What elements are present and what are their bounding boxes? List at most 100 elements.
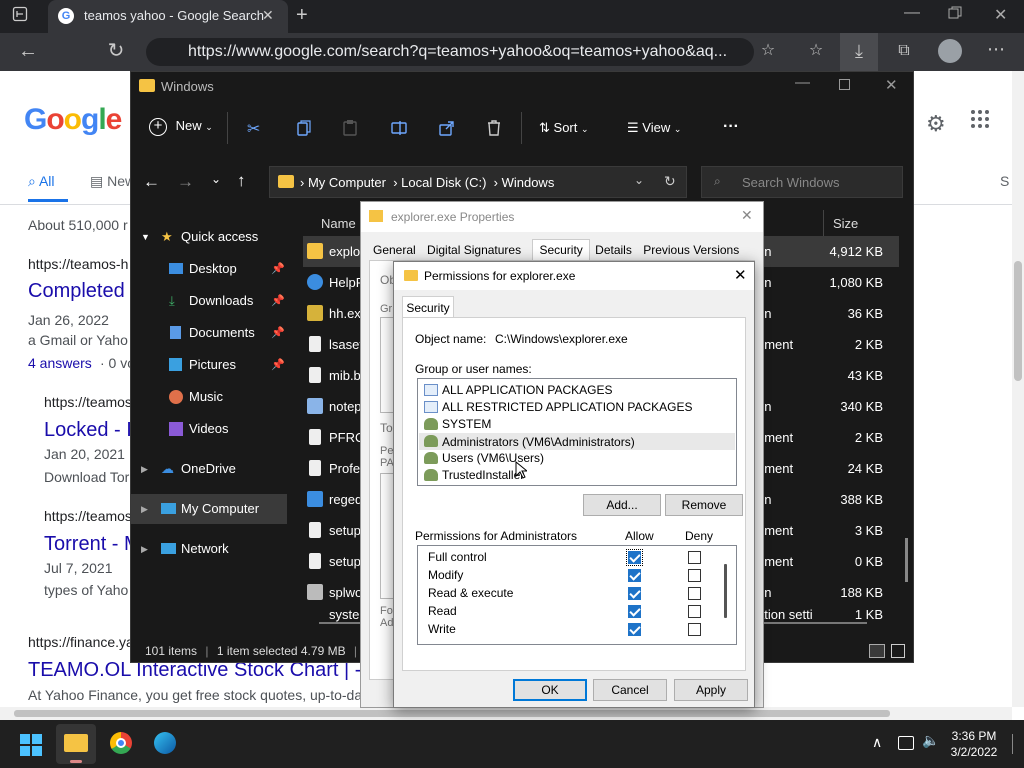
copy-icon[interactable]	[297, 120, 311, 136]
cut-icon[interactable]: ✂	[247, 119, 260, 139]
result-url[interactable]: https://teamos	[44, 394, 132, 410]
recent-locations-icon[interactable]: ⌄	[211, 172, 221, 186]
delete-icon[interactable]	[487, 120, 501, 136]
favorites-icon[interactable]: ☆	[804, 41, 828, 61]
list-item-selected[interactable]: Administrators (VM6\Administrators)	[419, 433, 735, 450]
nav-music[interactable]: Music	[131, 382, 287, 412]
tab-actions-icon[interactable]	[12, 6, 36, 22]
edge-icon[interactable]	[154, 732, 176, 754]
tab-all[interactable]: ⌕ All	[28, 173, 55, 190]
column-header-size[interactable]: Size	[833, 216, 858, 231]
address-breadcrumb[interactable]: › My Computer › Local Disk (C:) › Window…	[269, 166, 687, 198]
allow-checkbox[interactable]	[628, 623, 641, 636]
list-item[interactable]: TrustedInstaller	[422, 467, 732, 483]
new-button[interactable]: + New ⌄	[149, 118, 213, 136]
forward-arrow-icon[interactable]: →	[177, 172, 194, 192]
more-options-icon[interactable]: ···	[723, 118, 739, 136]
chevron-down-icon[interactable]: ⌄	[634, 173, 644, 187]
nav-downloads[interactable]: ⤓ Downloads 📌	[131, 286, 287, 316]
tab-security[interactable]: Security	[402, 296, 454, 318]
result-url[interactable]: https://teamos	[44, 508, 132, 524]
vertical-scrollbar[interactable]	[905, 538, 908, 582]
cancel-button[interactable]: Cancel	[593, 679, 667, 701]
nav-videos[interactable]: Videos	[131, 414, 287, 444]
deny-checkbox[interactable]	[688, 623, 701, 636]
result-url[interactable]: https://teamos-h	[28, 256, 128, 272]
result-answers-link[interactable]: 4 answers	[28, 355, 92, 371]
clock[interactable]: 3:36 PM 3/2/2022	[944, 728, 1004, 760]
display-icon[interactable]	[898, 736, 914, 750]
apply-button[interactable]: Apply	[674, 679, 748, 701]
view-button[interactable]: ☰ View ⌄	[627, 120, 681, 136]
permissions-scrollbar[interactable]	[724, 564, 727, 618]
ok-button[interactable]: OK	[513, 679, 587, 701]
tab-general[interactable]: General	[373, 243, 416, 257]
show-desktop-button[interactable]	[1012, 734, 1013, 754]
reload-icon[interactable]: ↻	[104, 41, 128, 61]
result-title[interactable]: Torrent - M	[44, 533, 141, 556]
restore-browser-icon[interactable]	[948, 6, 962, 20]
rename-icon[interactable]	[391, 120, 407, 136]
browser-tab[interactable]: G teamos yahoo - Google Search ✕	[48, 0, 288, 33]
volume-icon[interactable]: 🔈	[922, 732, 939, 749]
nav-documents[interactable]: Documents 📌	[131, 318, 287, 348]
explorer-search-input[interactable]: ⌕ Search Windows	[701, 166, 903, 198]
minimize-browser-icon[interactable]: —	[904, 4, 920, 22]
deny-checkbox[interactable]	[688, 605, 701, 618]
list-item[interactable]: SYSTEM	[422, 416, 732, 432]
breadcrumb-item[interactable]: Windows	[502, 175, 555, 190]
more-menu-icon[interactable]: ⋯	[984, 39, 1008, 59]
deny-checkbox[interactable]	[688, 587, 701, 600]
back-icon[interactable]: ←	[16, 41, 40, 61]
back-arrow-icon[interactable]: ←	[143, 172, 160, 192]
allow-checkbox[interactable]	[628, 605, 641, 618]
new-tab-icon[interactable]: +	[296, 4, 308, 27]
nav-pictures[interactable]: Pictures 📌	[131, 350, 287, 380]
list-item[interactable]: ALL RESTRICTED APPLICATION PACKAGES	[422, 399, 732, 415]
settings-gear-icon[interactable]: ⚙	[926, 111, 946, 137]
address-bar[interactable]: https://www.google.com/search?q=teamos+y…	[146, 38, 754, 66]
nav-my-computer[interactable]: ▶ My Computer	[131, 494, 287, 524]
tab-news[interactable]: ▤ New	[90, 173, 135, 190]
tab-security[interactable]: Security	[532, 239, 590, 260]
close-tab-icon[interactable]: ✕	[262, 7, 274, 24]
tab-previous-versions[interactable]: Previous Versions	[643, 243, 739, 257]
breadcrumb-item[interactable]: My Computer	[308, 175, 386, 190]
windows-start-icon[interactable]	[20, 734, 42, 756]
list-item[interactable]: Users (VM6\Users)	[422, 450, 732, 466]
details-view-icon[interactable]	[869, 644, 885, 658]
close-explorer-icon[interactable]: ✕	[885, 76, 898, 94]
result-title[interactable]: Locked - I	[44, 419, 132, 442]
result-title[interactable]: Completed	[28, 280, 125, 303]
collections-icon[interactable]: ⧉	[892, 41, 916, 61]
deny-checkbox[interactable]	[688, 551, 701, 564]
add-button[interactable]: Add...	[583, 494, 661, 516]
tiles-view-icon[interactable]	[891, 644, 905, 658]
horizontal-scrollbar[interactable]	[0, 707, 1012, 720]
apps-grid-icon[interactable]	[970, 109, 990, 129]
column-header-name[interactable]: Name	[321, 216, 356, 231]
maximize-icon[interactable]	[839, 79, 850, 90]
favorite-star-icon[interactable]: ☆	[756, 41, 780, 61]
paste-icon[interactable]	[343, 120, 357, 136]
nav-network[interactable]: ▶ Network	[131, 534, 287, 564]
allow-checkbox[interactable]	[628, 587, 641, 600]
share-icon[interactable]	[439, 120, 455, 136]
nav-quick-access[interactable]: ▼ ★ Quick access	[131, 222, 287, 252]
nav-onedrive[interactable]: ▶ ☁ OneDrive	[131, 454, 287, 484]
list-item[interactable]: ALL APPLICATION PACKAGES	[422, 382, 732, 398]
remove-button[interactable]: Remove	[665, 494, 743, 516]
show-hidden-icons-icon[interactable]: ∧	[872, 734, 882, 751]
breadcrumb-item[interactable]: Local Disk (C:)	[401, 175, 486, 190]
nav-desktop[interactable]: Desktop 📌	[131, 254, 287, 284]
profile-avatar[interactable]	[938, 39, 962, 63]
refresh-icon[interactable]: ↻	[664, 173, 676, 190]
minimize-icon[interactable]: —	[795, 74, 810, 91]
taskbar-explorer-button[interactable]	[56, 724, 96, 764]
close-permissions-icon[interactable]: ✕	[734, 266, 747, 284]
tab-right[interactable]: S	[1000, 173, 1009, 189]
sort-button[interactable]: ⇅ Sort ⌄	[539, 120, 589, 136]
google-logo[interactable]: Google	[24, 103, 122, 137]
downloads-button[interactable]: ⤓	[840, 33, 878, 71]
deny-checkbox[interactable]	[688, 569, 701, 582]
